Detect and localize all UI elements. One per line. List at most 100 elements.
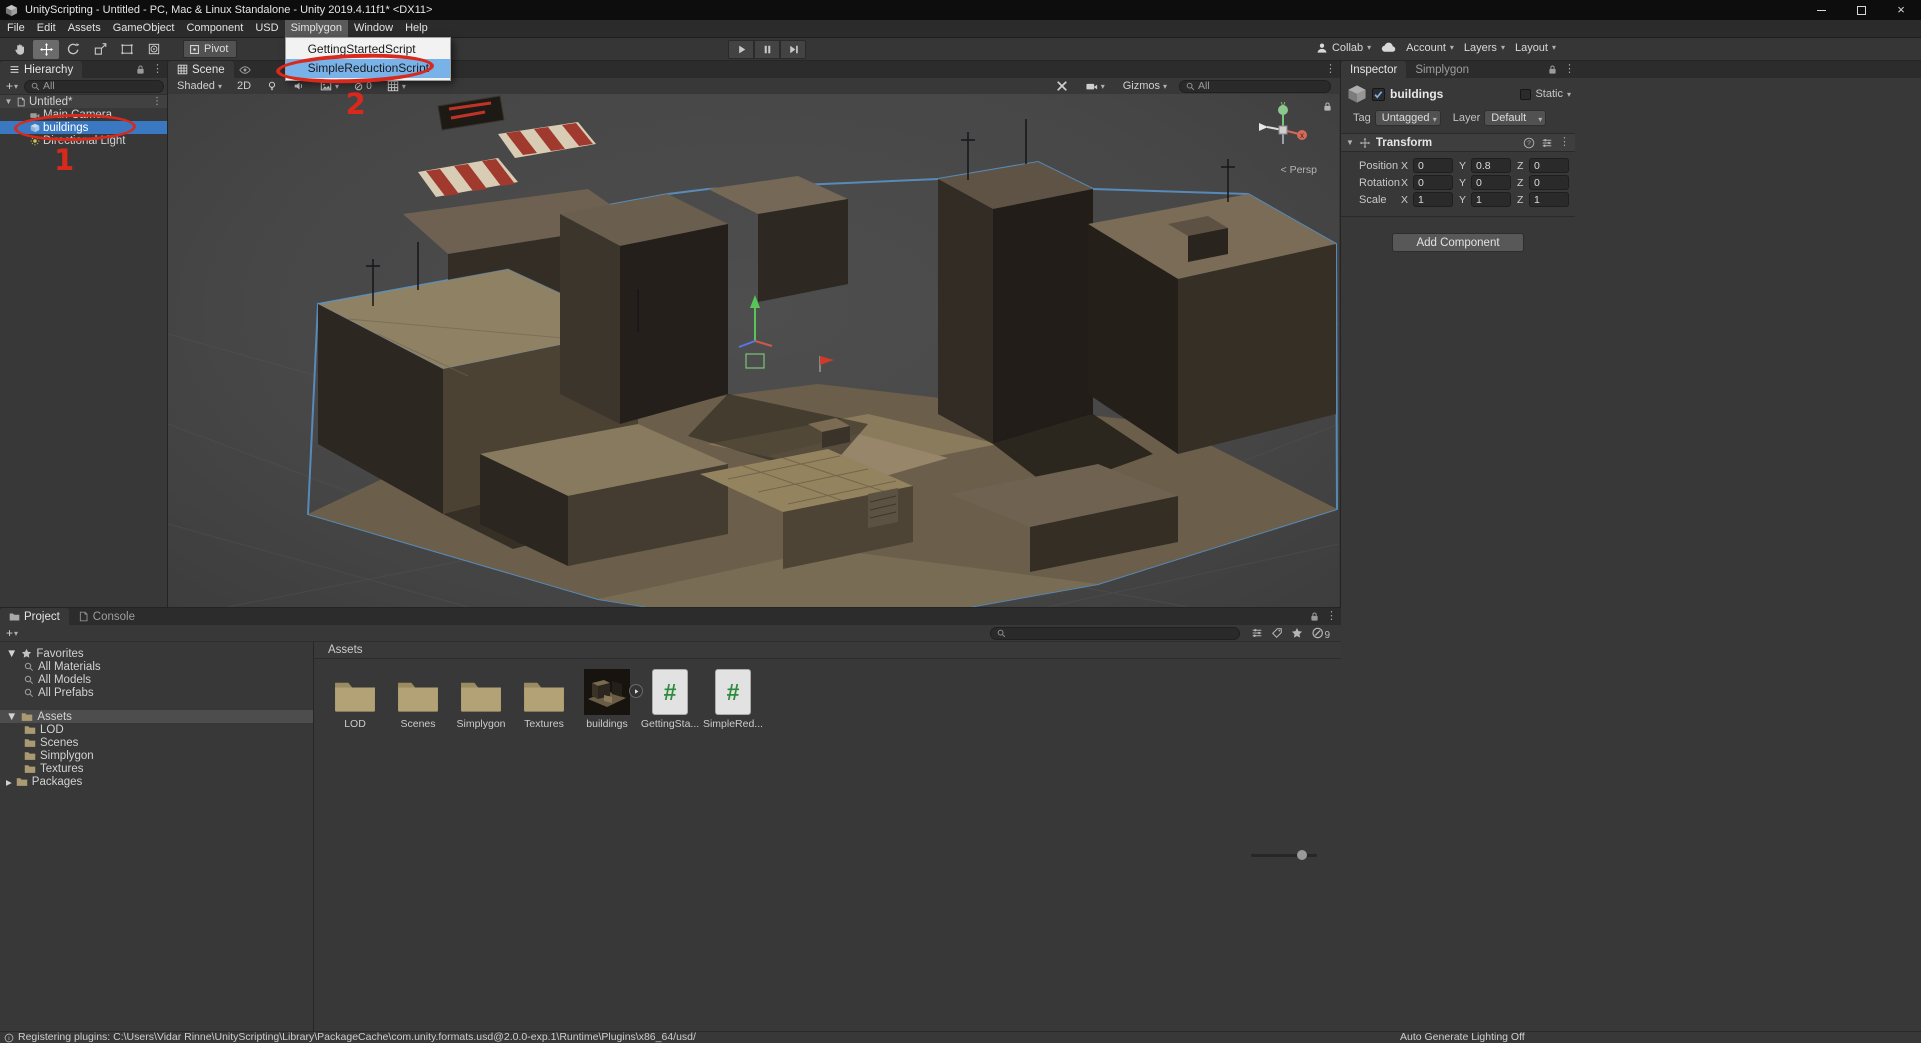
minimize-button[interactable] — [1801, 0, 1841, 20]
favorite-all-prefabs[interactable]: All Prefabs — [0, 686, 313, 699]
account-dropdown[interactable]: Account▾ — [1406, 42, 1454, 54]
2d-toggle[interactable]: 2D — [231, 78, 257, 94]
favorite-all-models[interactable]: All Models — [0, 673, 313, 686]
layer-dropdown[interactable]: Default ▾ — [1484, 110, 1546, 126]
foldout-arrow-icon[interactable]: ▼ — [6, 648, 17, 660]
transform-tool-button[interactable] — [141, 40, 167, 59]
viewport-lock-icon[interactable] — [1322, 101, 1333, 112]
menu-edit[interactable]: Edit — [31, 20, 62, 37]
presets-icon[interactable] — [1541, 137, 1553, 149]
hierarchy-scene-row[interactable]: ▼ Untitled* ⋮ — [0, 95, 167, 108]
shading-mode-dropdown[interactable]: Shaded ▾ — [171, 78, 228, 94]
tab-simplygon[interactable]: Simplygon — [1406, 61, 1478, 78]
lock-icon[interactable] — [1547, 64, 1558, 75]
scale-z-field[interactable]: 1 — [1529, 192, 1569, 207]
favorites-star-icon[interactable] — [1291, 627, 1303, 639]
folder-assets[interactable]: ▼ Assets — [0, 710, 313, 723]
folder-scenes[interactable]: Scenes — [0, 736, 313, 749]
status-message[interactable]: Registering plugins: C:\Users\Vidar Rinn… — [18, 1032, 696, 1043]
scale-tool-button[interactable] — [87, 40, 113, 59]
menu-item-getting-started-script[interactable]: GettingStartedScript — [286, 40, 450, 59]
asset-buildings-prefab[interactable]: buildings — [578, 667, 636, 730]
asset-lod[interactable]: LOD — [326, 667, 384, 730]
camera-settings-dropdown[interactable]: ▾ — [1080, 78, 1111, 94]
tab-project[interactable]: Project — [0, 608, 69, 625]
lock-icon[interactable] — [1309, 611, 1320, 622]
move-tool-button[interactable] — [33, 40, 59, 59]
kebab-menu-icon[interactable]: ⋮ — [152, 63, 163, 76]
kebab-menu-icon[interactable]: ⋮ — [152, 96, 162, 107]
foldout-arrow-icon[interactable]: ▼ — [4, 97, 13, 106]
folder-textures[interactable]: Textures — [0, 762, 313, 775]
maximize-button[interactable] — [1841, 0, 1881, 20]
asset-textures[interactable]: Textures — [515, 667, 573, 730]
pause-button[interactable] — [754, 40, 780, 59]
menu-help[interactable]: Help — [399, 20, 434, 37]
menu-window[interactable]: Window — [348, 20, 399, 37]
create-asset-button[interactable]: +▾ — [3, 626, 21, 640]
menu-file[interactable]: File — [1, 20, 31, 37]
kebab-menu-icon[interactable]: ⋮ — [1559, 136, 1570, 149]
rotate-tool-button[interactable] — [60, 40, 86, 59]
layout-dropdown[interactable]: Layout▾ — [1515, 42, 1556, 54]
tab-console[interactable]: Console — [69, 608, 144, 625]
menu-usd[interactable]: USD — [249, 20, 284, 37]
object-name-field[interactable]: buildings — [1390, 87, 1443, 101]
rotation-z-field[interactable]: 0 — [1529, 175, 1569, 190]
search-filter-icon[interactable] — [1251, 627, 1263, 639]
hierarchy-item-main-camera[interactable]: Main Camera — [0, 108, 167, 121]
transform-component-header[interactable]: ▼ Transform ⋮ — [1341, 133, 1575, 152]
rotation-y-field[interactable]: 0 — [1471, 175, 1511, 190]
auto-generate-lighting-status[interactable]: Auto Generate Lighting Off — [1400, 1032, 1525, 1043]
help-icon[interactable] — [1523, 137, 1535, 149]
asset-labels-icon[interactable] — [1271, 627, 1283, 639]
tab-scene[interactable]: Scene — [168, 61, 234, 78]
play-button[interactable] — [728, 40, 754, 59]
favorite-all-materials[interactable]: All Materials — [0, 660, 313, 673]
menu-gameobject[interactable]: GameObject — [107, 20, 181, 37]
cloud-button[interactable] — [1381, 40, 1396, 55]
asset-getting-started-script[interactable]: # GettingSta... — [641, 667, 699, 730]
folder-packages[interactable]: ▸ Packages — [0, 775, 313, 788]
collab-button[interactable]: Collab▾ — [1316, 42, 1371, 54]
scale-x-field[interactable]: 1 — [1413, 192, 1453, 207]
hand-tool-button[interactable] — [6, 40, 32, 59]
thumbnail-size-slider[interactable] — [1251, 854, 1317, 857]
scale-y-field[interactable]: 1 — [1471, 192, 1511, 207]
kebab-menu-icon[interactable]: ⋮ — [1564, 63, 1575, 76]
gizmos-dropdown[interactable]: Gizmos ▾ — [1117, 78, 1173, 94]
folder-lod[interactable]: LOD — [0, 723, 313, 736]
static-toggle[interactable]: Static ▾ — [1520, 88, 1571, 100]
asset-scenes[interactable]: Scenes — [389, 667, 447, 730]
project-search-input[interactable] — [990, 627, 1240, 640]
active-checkbox[interactable] — [1372, 88, 1385, 101]
rect-tool-button[interactable] — [114, 40, 140, 59]
tab-inspector[interactable]: Inspector — [1341, 61, 1406, 78]
tab-hierarchy[interactable]: Hierarchy — [0, 61, 82, 78]
scene-orientation-gizmo[interactable]: y x — [1255, 100, 1311, 156]
foldout-arrow-icon[interactable]: ▸ — [6, 775, 12, 789]
hierarchy-item-directional-light[interactable]: Directional Light — [0, 134, 167, 147]
add-component-button[interactable]: Add Component — [1392, 233, 1524, 252]
lock-icon[interactable] — [135, 64, 146, 75]
expand-prefab-button[interactable] — [629, 684, 643, 698]
tag-dropdown[interactable]: Untagged ▾ — [1375, 110, 1441, 126]
close-button[interactable]: × — [1881, 0, 1921, 20]
asset-simplygon[interactable]: Simplygon — [452, 667, 510, 730]
foldout-arrow-icon[interactable]: ▼ — [6, 711, 17, 723]
menu-component[interactable]: Component — [180, 20, 249, 37]
position-z-field[interactable]: 0 — [1529, 158, 1569, 173]
scene-viewport[interactable]: y x < Persp — [168, 94, 1339, 607]
foldout-arrow-icon[interactable]: ▼ — [1346, 138, 1354, 147]
rotation-x-field[interactable]: 0 — [1413, 175, 1453, 190]
hierarchy-search-input[interactable]: All — [24, 80, 164, 93]
scene-camera-preview-toggle[interactable] — [234, 61, 256, 78]
folder-simplygon[interactable]: Simplygon — [0, 749, 313, 762]
kebab-menu-icon[interactable]: ⋮ — [1326, 610, 1337, 623]
component-tools-button[interactable] — [1050, 78, 1074, 94]
hidden-objects-icon[interactable]: ⊘9 — [1311, 623, 1330, 643]
scene-search-input[interactable]: All — [1179, 80, 1331, 93]
position-x-field[interactable]: 0 — [1413, 158, 1453, 173]
kebab-menu-icon[interactable]: ⋮ — [1325, 63, 1336, 76]
projection-label[interactable]: < Persp — [1281, 164, 1317, 176]
